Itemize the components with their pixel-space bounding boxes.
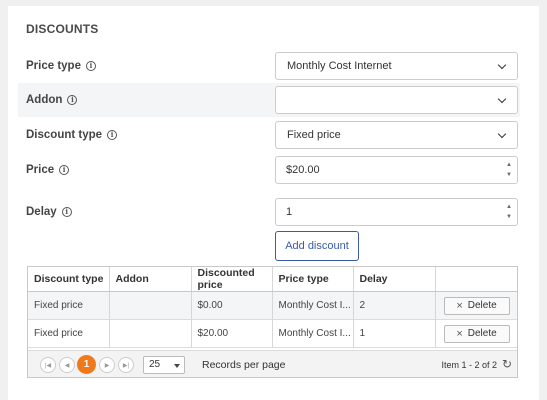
first-page-icon[interactable]: |◀ [40, 357, 56, 373]
cell-delay: 2 [353, 291, 436, 320]
column-header[interactable]: Addon [109, 267, 192, 292]
refresh-icon[interactable]: ↻ [502, 357, 512, 371]
cell-delay: 1 [353, 319, 436, 348]
caret-down-icon [174, 364, 180, 368]
cell-discount-type: Fixed price [28, 319, 110, 348]
column-header[interactable]: Price type [272, 267, 354, 292]
next-page-icon[interactable]: ▶ [99, 357, 115, 373]
discount-type-row: Discount type i Fixed price [18, 118, 520, 152]
price-input[interactable]: $20.00 ▲ ▼ [275, 156, 518, 184]
delete-button[interactable]: × Delete [443, 296, 510, 315]
section-title: DISCOUNTS [26, 22, 99, 36]
chevron-down-icon [497, 60, 507, 70]
prev-page-icon[interactable]: ◀ [59, 357, 75, 373]
price-row: Price i $20.00 ▲ ▼ [18, 153, 520, 187]
add-discount-button[interactable]: Add discount [275, 231, 359, 261]
info-icon[interactable]: i [61, 207, 72, 217]
last-page-icon[interactable]: ▶| [118, 357, 134, 373]
discounts-grid: Discount type Addon Discounted price Pri… [27, 266, 518, 378]
delay-label: Delay i [26, 206, 72, 218]
chevron-down-icon [497, 129, 507, 139]
spinner-icon[interactable]: ▲ ▼ [505, 161, 513, 179]
column-header[interactable]: Delay [353, 267, 436, 292]
info-icon[interactable]: i [59, 165, 70, 175]
cell-addon [109, 319, 192, 348]
close-icon: × [456, 299, 463, 312]
discount-type-select[interactable]: Fixed price [275, 121, 518, 149]
addon-row: Addon i [18, 83, 520, 117]
addon-label: Addon i [26, 94, 78, 106]
price-type-select[interactable]: Monthly Cost Internet [275, 52, 518, 80]
column-header[interactable]: Discount type [28, 267, 110, 292]
cell-price-type: Monthly Cost I... [272, 291, 354, 320]
cell-addon [109, 291, 192, 320]
cell-price-type: Monthly Cost I... [272, 319, 354, 348]
table-header-row: Discount type Addon Discounted price Pri… [28, 267, 517, 292]
column-header [435, 267, 517, 292]
pager-info: Item 1 - 2 of 2 [441, 360, 497, 370]
discount-type-label: Discount type i [26, 129, 118, 141]
close-icon: × [456, 327, 463, 340]
price-type-row: Price type i Monthly Cost Internet [18, 49, 520, 83]
chevron-down-icon [497, 94, 507, 104]
price-label: Price i [26, 164, 70, 176]
pager: |◀ ◀ 1 ▶ ▶| 25 Records per page Item 1 -… [28, 350, 517, 377]
delay-row: Delay i 1 ▲ ▼ [18, 195, 520, 229]
info-icon[interactable]: i [85, 61, 96, 71]
current-page-button[interactable]: 1 [77, 355, 96, 374]
cell-discount-type: Fixed price [28, 291, 110, 320]
delete-button[interactable]: × Delete [443, 324, 510, 343]
table-row[interactable]: Fixed price $20.00 Monthly Cost I... 1 ×… [28, 319, 517, 348]
discounts-table: Discount type Addon Discounted price Pri… [28, 267, 517, 348]
discounts-panel: DISCOUNTS Price type i Monthly Cost Inte… [8, 6, 539, 400]
price-type-label: Price type i [26, 60, 96, 72]
addon-select[interactable] [275, 86, 518, 114]
cell-discounted-price: $20.00 [191, 319, 273, 348]
cell-action: × Delete [435, 319, 517, 348]
spinner-icon[interactable]: ▲ ▼ [505, 203, 513, 221]
delay-input[interactable]: 1 ▲ ▼ [275, 198, 518, 226]
records-per-page-label: Records per page [202, 359, 286, 371]
info-icon[interactable]: i [107, 130, 118, 140]
column-header[interactable]: Discounted price [191, 267, 273, 292]
cell-action: × Delete [435, 291, 517, 320]
page-size-select[interactable]: 25 [143, 356, 185, 374]
info-icon[interactable]: i [67, 95, 78, 105]
cell-discounted-price: $0.00 [191, 291, 273, 320]
table-row[interactable]: Fixed price $0.00 Monthly Cost I... 2 × … [28, 291, 517, 320]
